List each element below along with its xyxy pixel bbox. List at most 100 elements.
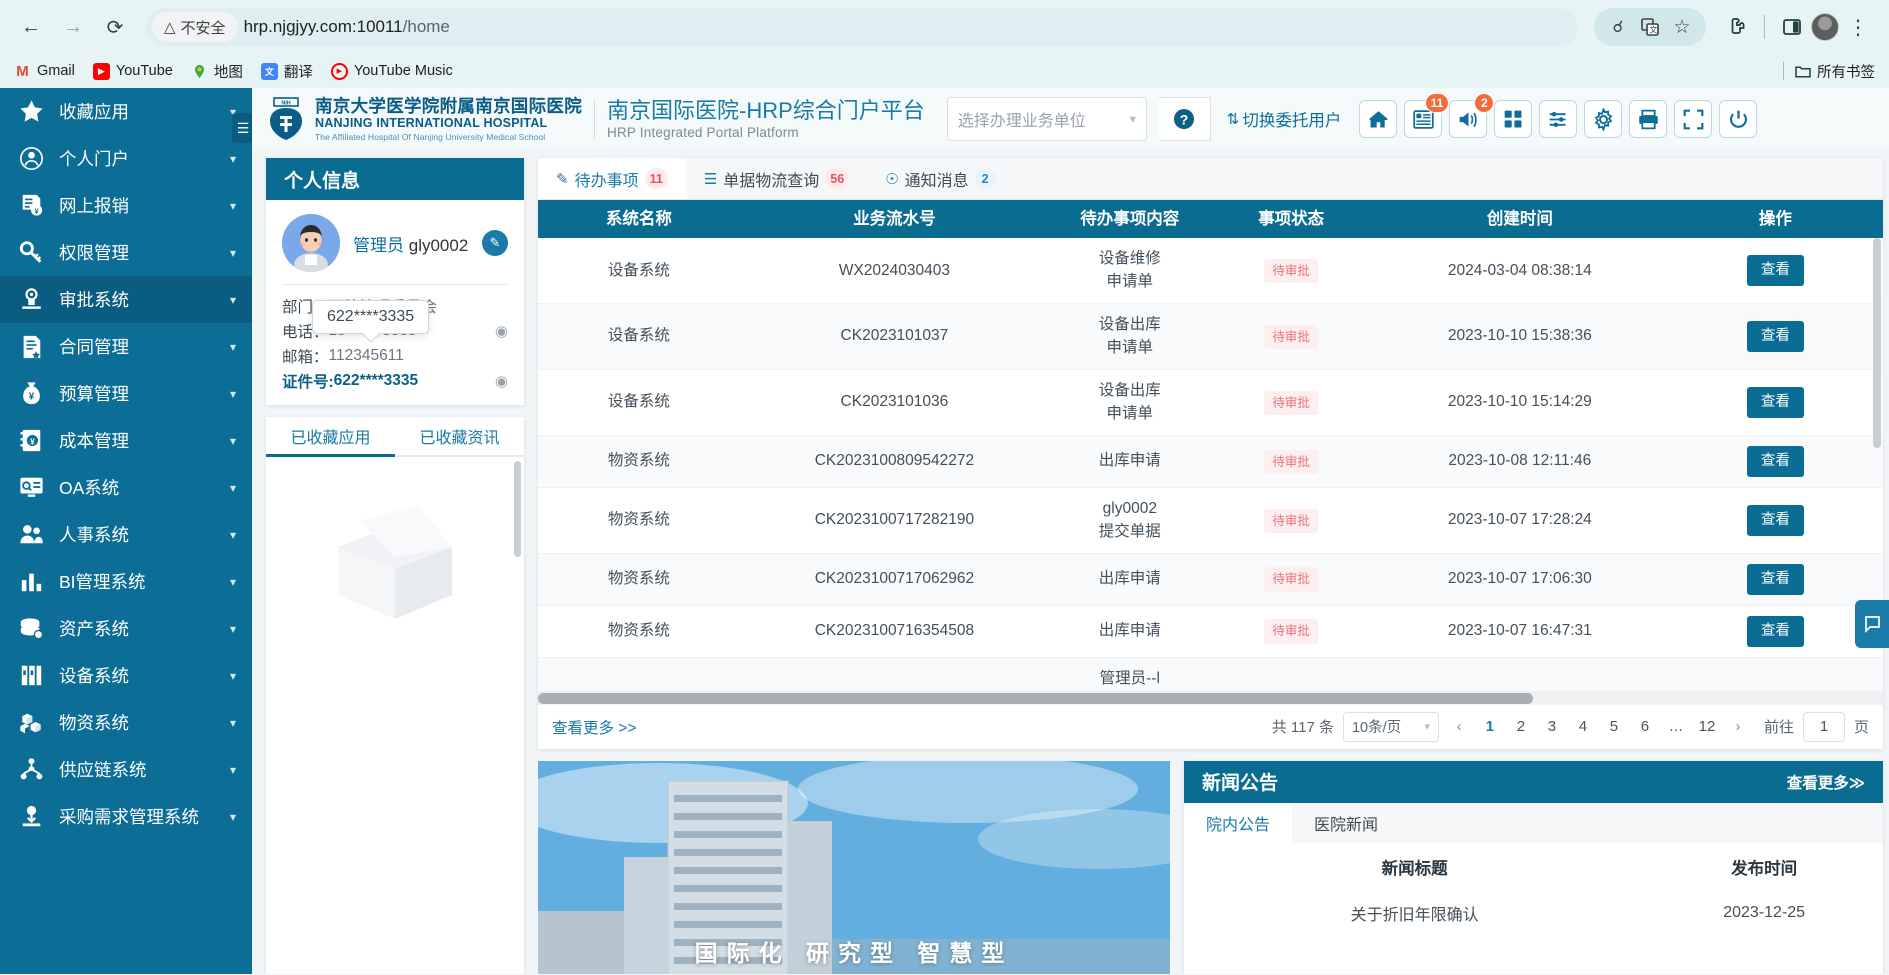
eye-icon[interactable]: ◉ [495, 322, 508, 340]
todo-tab-0[interactable]: ✎ 待办事项 11 [538, 158, 686, 199]
fullscreen-icon-button[interactable] [1674, 100, 1713, 138]
page-number-…[interactable]: … [1665, 718, 1687, 735]
star-icon[interactable]: ☆ [1668, 13, 1696, 41]
sidebar-item-5[interactable]: 合同管理 ▾ [0, 323, 252, 370]
view-button[interactable]: 查看 [1746, 616, 1804, 648]
sidebar-item-14[interactable]: 供应链系统 ▾ [0, 746, 252, 793]
todo-table-row[interactable]: 物资系统 CK2023100717062962 出库申请 待审批 2023-10-07 … [538, 553, 1883, 607]
view-button[interactable]: 查看 [1746, 387, 1804, 419]
empty-box-illustration [338, 505, 452, 619]
reload-button[interactable]: ⟳ [98, 10, 132, 44]
browser-toolbar: ← → ⟳ △ 不安全 hrp.njgjyy.com:10011/home ☌ … [0, 0, 1889, 54]
eye-icon[interactable]: ◉ [495, 372, 508, 390]
news-tab-0[interactable]: 院内公告 [1184, 802, 1293, 843]
prev-page-button[interactable]: ‹ [1448, 718, 1470, 735]
page-number-5[interactable]: 5 [1603, 718, 1625, 735]
key-icon[interactable]: ☌ [1604, 13, 1632, 41]
chevron-down-icon: ▾ [229, 809, 236, 824]
todo-horizontal-scrollbar-track[interactable] [538, 691, 1883, 705]
bookmark-item[interactable]: 地图 [191, 61, 243, 82]
home-icon-button[interactable] [1359, 100, 1398, 138]
sidebar-item-0[interactable]: 收藏应用 ▾ [0, 88, 252, 135]
switch-delegate-user-button[interactable]: ⇅ 切换委托用户 [1227, 107, 1342, 131]
pencil-icon[interactable]: ✎ [482, 230, 508, 256]
todo-table-row[interactable]: 物资系统 CK2023100716354508 出库申请 待审批 2023-10-07 … [538, 605, 1883, 659]
favorites-scrollbar[interactable] [514, 461, 521, 557]
sidebar-item-10[interactable]: BI管理系统 ▾ [0, 558, 252, 605]
extensions-icon[interactable] [1720, 10, 1754, 44]
feedback-icon[interactable] [1855, 600, 1889, 648]
profile-row-key: 证件号: [282, 373, 334, 391]
goto-page-input[interactable]: 1 [1802, 711, 1845, 742]
view-button[interactable]: 查看 [1746, 564, 1804, 596]
todo-horizontal-scrollbar-thumb[interactable] [538, 692, 1534, 704]
hospital-building-photo[interactable]: 国际化 研究型 智慧型 [538, 760, 1170, 974]
see-more-link[interactable]: 查看更多 >> [552, 716, 636, 738]
news-tab-1[interactable]: 医院新闻 [1292, 803, 1400, 843]
bookmark-item[interactable]: M Gmail [14, 63, 75, 80]
sidebar-item-8[interactable]: OA系统 ▾ [0, 464, 252, 511]
gear-icon-button[interactable] [1584, 100, 1623, 138]
todo-table-row[interactable]: 设备系统 CK2023101036 设备出库 申请单 待审批 2023-10-10 15:… [538, 369, 1883, 437]
todo-table-row[interactable]: 物资系统 CK2023100809542272 出库申请 待审批 2023-10-08 … [538, 435, 1883, 489]
sidebar-item-7[interactable]: ¥ 成本管理 ▾ [0, 417, 252, 464]
sidebar-item-15[interactable]: 采购需求管理系统 ▾ [0, 793, 252, 840]
grid-apps-icon-button[interactable] [1494, 100, 1533, 138]
speaker-announce-icon-button[interactable]: 2 [1449, 93, 1495, 138]
bookmark-item[interactable]: 文 翻译 [260, 61, 313, 82]
hospital-logo-group[interactable]: NIH 南京大学医学院附属南京国际医院 NANJING INTERNATIONA… [266, 96, 582, 142]
page-number-2[interactable]: 2 [1510, 718, 1532, 735]
todo-tab-2[interactable]: ☉ 通知消息 2 [867, 158, 1013, 199]
page-number-6[interactable]: 6 [1634, 718, 1656, 735]
collapse-panel-icon[interactable]: ☰ [232, 113, 252, 143]
sidebar-item-1[interactable]: 个人门户 ▾ [0, 135, 252, 182]
sidebar-item-6[interactable]: ¥ 预算管理 ▾ [0, 370, 252, 417]
sidebar-item-4[interactable]: 审批系统 ▾ [0, 276, 252, 323]
todo-table-row[interactable]: 设备系统 WX2024030403 设备维修 申请单 待审批 2024-03-04 08:… [538, 238, 1883, 305]
favorites-tab-0[interactable]: 已收藏应用 [266, 417, 395, 457]
content-area: NIH 南京大学医学院附属南京国际医院 NANJING INTERNATIONA… [252, 88, 1889, 974]
sidebar-item-11[interactable]: 资产系统 ▾ [0, 605, 252, 652]
side-panel-icon[interactable] [1775, 10, 1809, 44]
sidebar-item-13[interactable]: 物资系统 ▾ [0, 699, 252, 746]
next-page-button[interactable]: › [1727, 718, 1749, 735]
todo-tab-1[interactable]: ☰ 单据物流查询 56 [686, 158, 867, 199]
todo-vertical-scrollbar[interactable] [1873, 238, 1881, 448]
page-number-12[interactable]: 12 [1696, 718, 1718, 735]
bookmark-item[interactable]: ▶ YouTube Music [330, 62, 453, 80]
todo-table-row[interactable]: 设备系统 CK2023101037 设备出库 申请单 待审批 2023-10-10 15:… [538, 303, 1883, 371]
sidebar-item-9[interactable]: 人事系统 ▾ [0, 511, 252, 558]
view-button[interactable]: 查看 [1746, 321, 1804, 353]
page-size-select[interactable]: 10条/页 ▾ [1342, 711, 1439, 742]
back-button[interactable]: ← [14, 10, 48, 44]
page-number-1[interactable]: 1 [1479, 718, 1501, 735]
news-table-row[interactable]: 关于折旧年限确认 2023-12-25 [1184, 891, 1883, 935]
news-more-link[interactable]: 查看更多≫ [1787, 771, 1865, 793]
news-title[interactable]: 关于折旧年限确认 [1184, 891, 1645, 935]
view-button[interactable]: 查看 [1746, 505, 1804, 537]
profile-avatar[interactable] [1811, 13, 1839, 41]
more-vertical-icon[interactable]: ⋮ [1841, 10, 1875, 44]
cell-system: 物资系统 [538, 553, 740, 607]
business-unit-select[interactable]: 选择办理业务单位 ▾ [946, 97, 1147, 141]
address-bar[interactable]: △ 不安全 hrp.njgjyy.com:10011/home [146, 8, 1578, 46]
sliders-settings-icon-button[interactable] [1539, 100, 1578, 138]
translate-icon[interactable]: 文 [1636, 13, 1664, 41]
list-news-icon-button[interactable]: 11 [1404, 93, 1450, 138]
power-icon-button[interactable] [1719, 100, 1758, 138]
bookmark-item[interactable]: ▶ YouTube [92, 62, 173, 80]
sidebar-item-3[interactable]: 权限管理 ▾ [0, 229, 252, 276]
favorites-tab-1[interactable]: 已收藏资讯 [395, 417, 524, 457]
not-secure-chip[interactable]: △ 不安全 [152, 12, 238, 42]
forward-button[interactable]: → [56, 10, 90, 44]
todo-table-row[interactable]: 物资系统 CK2023100717282190 gly0002 提交单据 待审批 2023… [538, 487, 1883, 555]
view-button[interactable]: 查看 [1746, 255, 1804, 287]
view-button[interactable]: 查看 [1746, 446, 1804, 478]
all-bookmarks-button[interactable]: 所有书签 [1794, 61, 1875, 82]
page-number-4[interactable]: 4 [1572, 718, 1594, 735]
sidebar-item-12[interactable]: 设备系统 ▾ [0, 652, 252, 699]
sidebar-item-2[interactable]: ¥ 网上报销 ▾ [0, 182, 252, 229]
help-button[interactable]: ? [1158, 97, 1211, 141]
page-number-3[interactable]: 3 [1541, 718, 1563, 735]
printer-icon-button[interactable] [1629, 100, 1668, 138]
